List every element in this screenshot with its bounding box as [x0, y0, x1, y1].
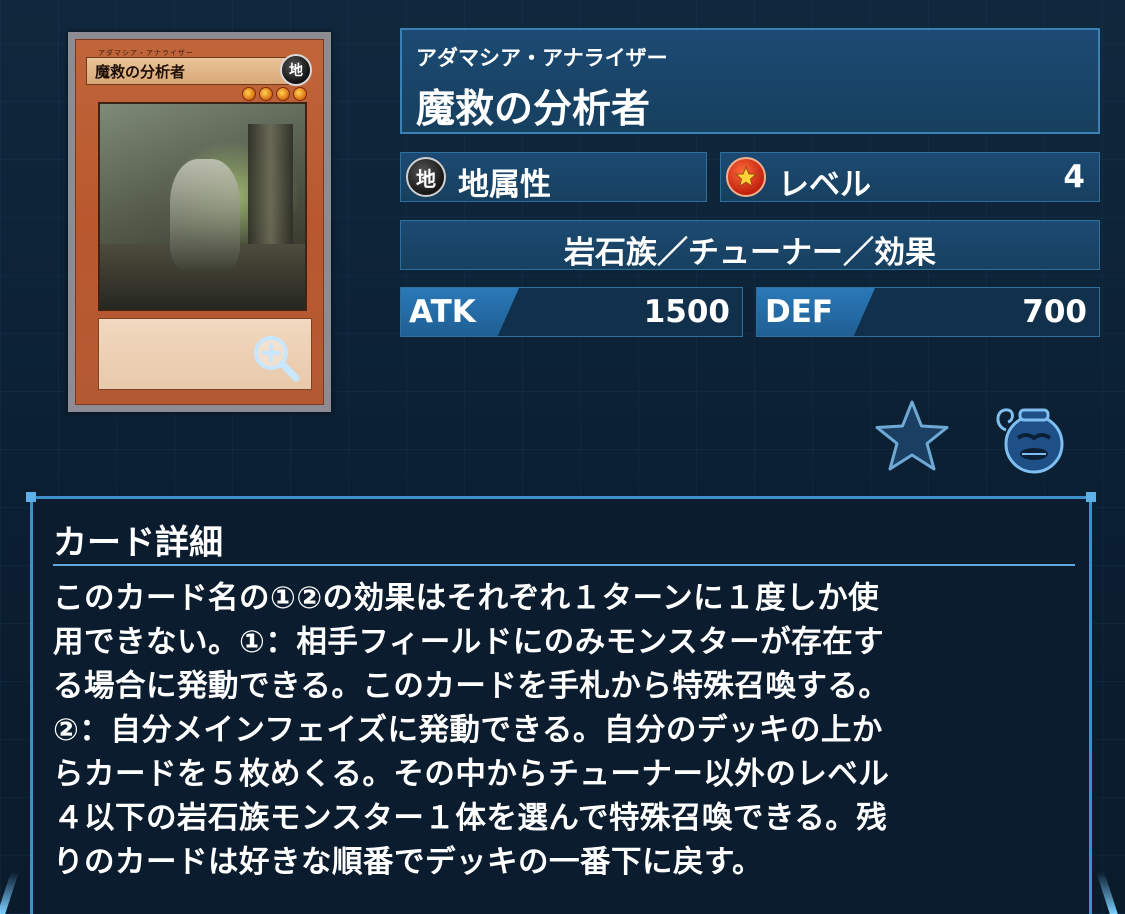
- card-detail-box: カード詳細 このカード名の①②の効果はそれぞれ１ターンに１度しか使 用できない。…: [26, 492, 1096, 914]
- level-star-icon: [259, 87, 273, 101]
- card-image-level-stars: [242, 87, 307, 101]
- detail-divider: [53, 564, 1075, 566]
- atk-label: ATK: [409, 294, 476, 330]
- card-image-earth-attribute-icon: 地: [280, 54, 312, 86]
- def-label: DEF: [765, 294, 834, 330]
- detail-title: カード詳細: [53, 523, 223, 563]
- card-frame: アダマシア・アナライザー 魔救の分析者 地: [75, 39, 324, 405]
- earth-attribute-icon: 地: [406, 157, 446, 197]
- card-image-text-box: [98, 318, 312, 390]
- attribute-panel: 地 地属性: [400, 152, 707, 203]
- level-label: レベル: [778, 167, 871, 203]
- star-icon[interactable]: [873, 399, 951, 473]
- frame-corner: [26, 492, 36, 502]
- attribute-label: 地属性: [458, 167, 551, 203]
- card-name-ruby: アダマシア・アナライザー: [416, 46, 668, 70]
- level-value: 4: [1063, 159, 1085, 195]
- level-star-icon: [276, 87, 290, 101]
- def-panel: DEF 700: [756, 287, 1100, 337]
- edge-glow: [1096, 872, 1118, 914]
- card-effect-text[interactable]: このカード名の①②の効果はそれぞれ１ターンに１度しか使 用できない。①：相手フィ…: [53, 577, 1063, 885]
- card-artwork-thumbnail[interactable]: アダマシア・アナライザー 魔救の分析者 地: [68, 32, 331, 412]
- atk-value: 1500: [643, 294, 730, 330]
- card-detail-screen: アダマシア・アナライザー 魔救の分析者 地 アダマシア・アナライザー 魔救の分析…: [0, 0, 1125, 914]
- level-star-icon: [293, 87, 307, 101]
- level-star-icon: [242, 87, 256, 101]
- card-type-line: 岩石族／チューナー／効果: [564, 235, 936, 271]
- card-illustration: [98, 102, 307, 311]
- card-image-name-plate: 魔救の分析者: [86, 57, 293, 85]
- magnifier-plus-icon[interactable]: [249, 331, 303, 385]
- type-panel: 岩石族／チューナー／効果: [400, 220, 1100, 271]
- frame-corner: [1086, 492, 1096, 502]
- level-star-icon: [726, 157, 766, 197]
- level-panel: レベル 4: [720, 152, 1100, 203]
- illustration-figure: [170, 159, 240, 269]
- edge-glow: [0, 872, 19, 914]
- card-name: 魔救の分析者: [416, 87, 651, 132]
- level-star-glyph: [734, 165, 758, 188]
- atk-panel: ATK 1500: [400, 287, 743, 337]
- card-image-name: 魔救の分析者: [95, 63, 186, 81]
- pot-of-greed-icon[interactable]: [992, 400, 1068, 476]
- def-value: 700: [1022, 294, 1087, 330]
- card-name-panel: アダマシア・アナライザー 魔救の分析者: [400, 28, 1100, 134]
